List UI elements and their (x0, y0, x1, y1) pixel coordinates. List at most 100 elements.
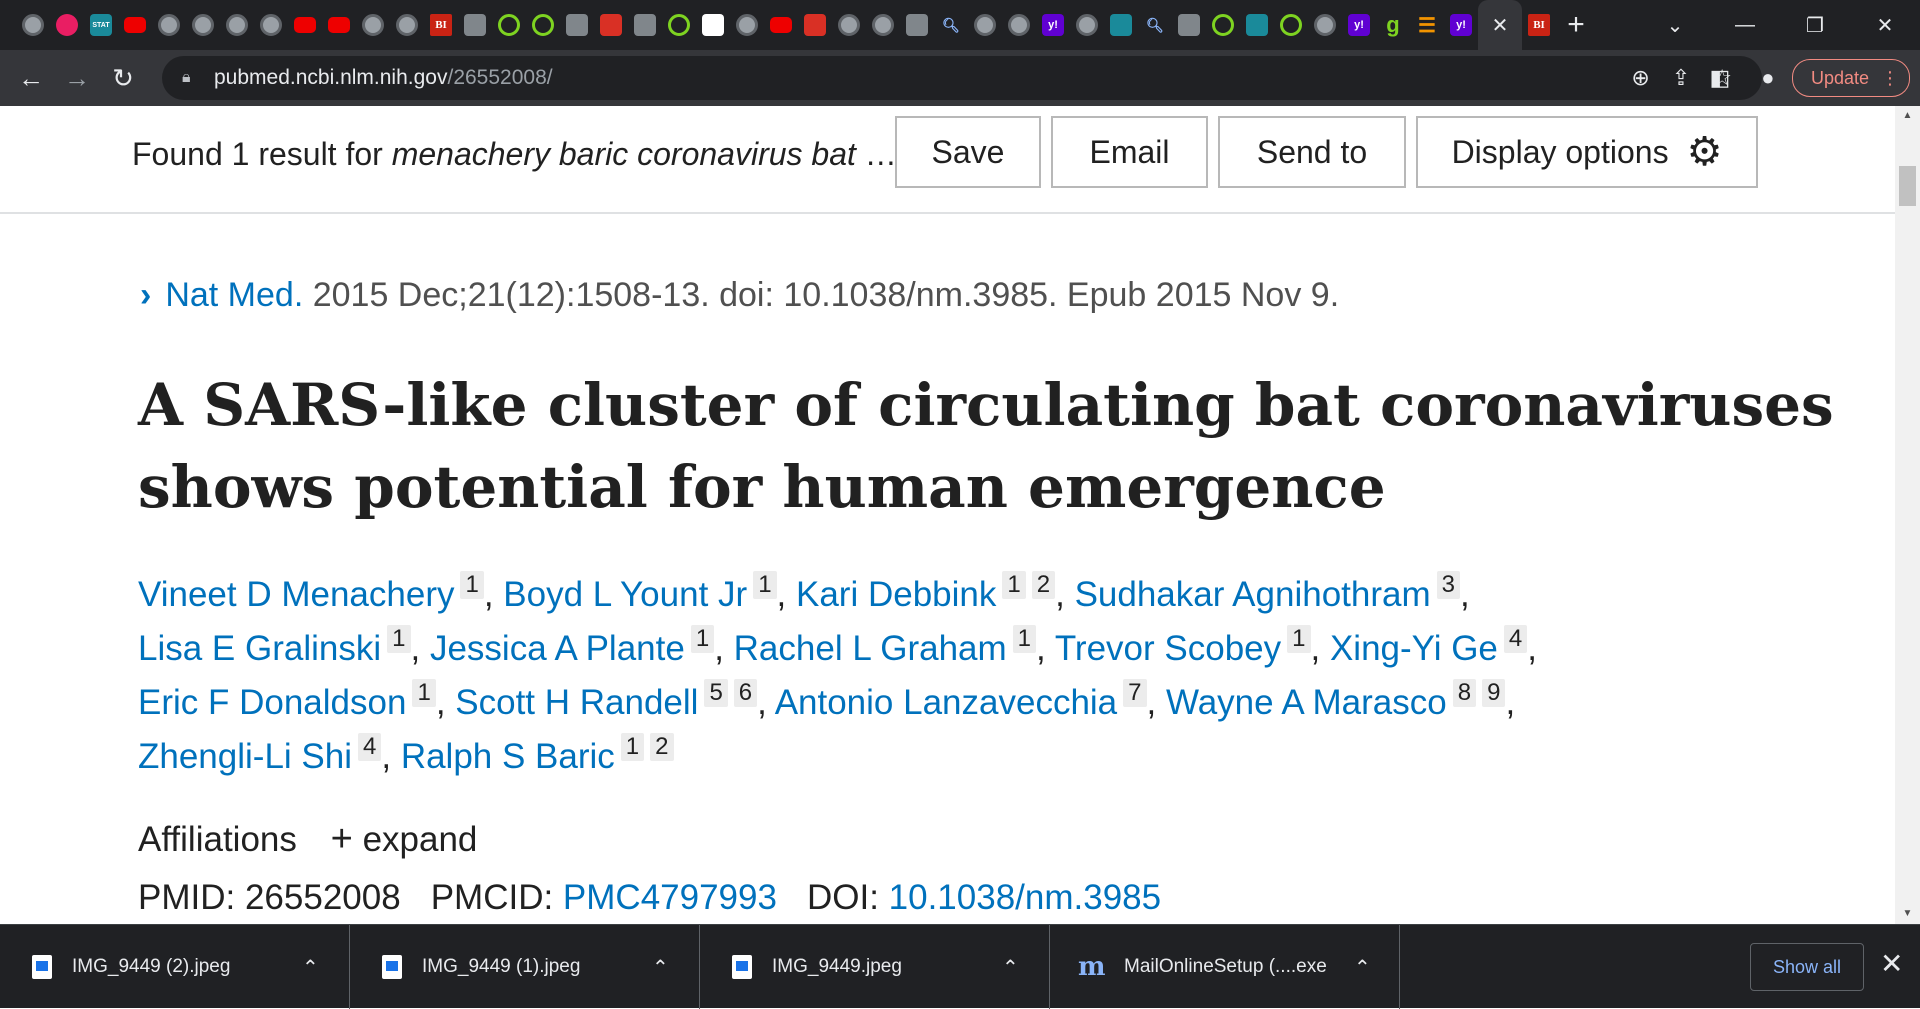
browser-tab[interactable]: ☰ (1410, 0, 1444, 50)
minimize-button[interactable]: — (1710, 14, 1780, 37)
browser-tab[interactable] (322, 0, 356, 50)
display-options-button[interactable]: Display options ⚙ (1416, 116, 1758, 188)
browser-tab[interactable] (696, 0, 730, 50)
download-item[interactable]: IMG_9449 (2).jpeg ⌃ (0, 925, 350, 1009)
browser-tab[interactable] (764, 0, 798, 50)
author-link[interactable]: Jessica A Plante (430, 629, 685, 668)
browser-tab[interactable]: 🔍︎ (1138, 0, 1172, 50)
close-shelf-icon[interactable]: ✕ (1880, 947, 1903, 980)
page-scrollbar[interactable]: ▲ ▼ (1895, 106, 1920, 924)
author-link[interactable]: Kari Debbink (796, 575, 996, 614)
restore-button[interactable]: ❐ (1780, 13, 1850, 38)
affiliation-number[interactable]: 2 (650, 733, 674, 761)
browser-tab[interactable] (1002, 0, 1036, 50)
author-link[interactable]: Wayne A Marasco (1166, 683, 1447, 722)
browser-tab[interactable]: BI (1522, 0, 1556, 50)
browser-tab[interactable] (16, 0, 50, 50)
affiliation-number[interactable]: 9 (1482, 679, 1506, 707)
scroll-up-arrow[interactable]: ▲ (1895, 106, 1920, 126)
affiliation-number[interactable]: 2 (1031, 571, 1056, 599)
browser-tab[interactable] (186, 0, 220, 50)
chevron-up-icon[interactable]: ⌃ (652, 955, 669, 980)
doi-link[interactable]: 10.1038/nm.3985 (889, 878, 1161, 917)
chevron-up-icon[interactable]: ⌃ (1354, 955, 1371, 980)
side-panel-icon[interactable]: ◧ (1696, 65, 1744, 91)
email-button[interactable]: Email (1051, 116, 1208, 188)
browser-tab[interactable] (458, 0, 492, 50)
browser-tab[interactable] (798, 0, 832, 50)
lock-icon[interactable]: 🔒︎ (182, 69, 202, 87)
affiliation-number[interactable]: 1 (690, 625, 715, 653)
author-link[interactable]: Vineet D Menachery (138, 575, 454, 614)
save-button[interactable]: Save (895, 116, 1041, 188)
browser-tab[interactable] (1070, 0, 1104, 50)
browser-tab[interactable] (1206, 0, 1240, 50)
pmcid-link[interactable]: PMC4797993 (563, 878, 777, 917)
browser-tab[interactable] (662, 0, 696, 50)
browser-tab[interactable] (900, 0, 934, 50)
browser-tab[interactable] (1274, 0, 1308, 50)
address-bar[interactable]: 🔒︎ pubmed.ncbi.nlm.nih.gov/26552008/ ⊕ ⇪… (162, 56, 1762, 100)
browser-tab[interactable] (526, 0, 560, 50)
scroll-down-arrow[interactable]: ▼ (1895, 904, 1920, 924)
author-link[interactable]: Xing-Yi Ge (1330, 629, 1498, 668)
browser-tab[interactable] (1104, 0, 1138, 50)
zoom-icon[interactable]: ⊕ (1631, 65, 1649, 91)
browser-tab[interactable] (594, 0, 628, 50)
browser-tab[interactable] (560, 0, 594, 50)
journal-link[interactable]: Nat Med. (165, 276, 303, 314)
author-link[interactable]: Ralph S Baric (401, 737, 615, 776)
chevron-up-icon[interactable]: ⌃ (302, 955, 319, 980)
affiliation-number[interactable]: 4 (358, 733, 382, 761)
update-button[interactable]: Update ⋮ (1791, 59, 1910, 97)
affiliation-number[interactable]: 1 (387, 625, 411, 653)
affiliation-number[interactable]: 1 (1012, 625, 1037, 653)
browser-tab[interactable]: g (1376, 0, 1410, 50)
browser-tab[interactable] (730, 0, 764, 50)
new-tab-button[interactable]: + (1556, 0, 1596, 50)
back-button[interactable]: ← (8, 55, 54, 101)
close-tab-icon[interactable]: ✕ (1492, 13, 1509, 38)
browser-tab[interactable]: STAT (84, 0, 118, 50)
browser-tab[interactable] (254, 0, 288, 50)
browser-tab[interactable] (832, 0, 866, 50)
author-link[interactable]: Scott H Randell (455, 683, 698, 722)
chevron-up-icon[interactable]: ⌃ (1002, 955, 1019, 980)
author-link[interactable]: Rachel L Graham (734, 629, 1007, 668)
affiliation-number[interactable]: 1 (412, 679, 436, 707)
browser-tab[interactable] (492, 0, 526, 50)
affiliation-number[interactable]: 1 (620, 733, 645, 761)
browser-tab[interactable]: BI (424, 0, 458, 50)
browser-tab[interactable]: y! (1036, 0, 1070, 50)
browser-tab[interactable] (118, 0, 152, 50)
profile-icon[interactable]: ● (1744, 65, 1792, 91)
author-link[interactable]: Trevor Scobey (1055, 629, 1281, 668)
browser-tab[interactable] (152, 0, 186, 50)
download-item[interactable]: m MailOnlineSetup (....exe ⌃ (1050, 925, 1400, 1009)
active-tab[interactable]: ✕ (1478, 0, 1522, 50)
affiliation-number[interactable]: 1 (460, 571, 484, 599)
browser-tab[interactable]: y! (1342, 0, 1376, 50)
affiliation-number[interactable]: 1 (1002, 571, 1026, 599)
close-window-button[interactable]: ✕ (1850, 13, 1920, 38)
browser-tab[interactable] (390, 0, 424, 50)
browser-tab[interactable] (288, 0, 322, 50)
browser-tab[interactable] (1172, 0, 1206, 50)
scrollbar-thumb[interactable] (1899, 166, 1916, 206)
author-link[interactable]: Zhengli-Li Shi (138, 737, 352, 776)
browser-tab[interactable] (1308, 0, 1342, 50)
affiliation-number[interactable]: 4 (1503, 625, 1528, 653)
browser-tab[interactable]: 🔍︎ (934, 0, 968, 50)
browser-tab[interactable] (50, 0, 84, 50)
browser-tab[interactable] (356, 0, 390, 50)
affiliation-number[interactable]: 8 (1452, 679, 1477, 707)
affiliation-number[interactable]: 1 (753, 571, 777, 599)
browser-tab[interactable] (628, 0, 662, 50)
author-link[interactable]: Boyd L Yount Jr (503, 575, 747, 614)
share-icon[interactable]: ⇪ (1672, 65, 1690, 91)
affiliation-number[interactable]: 6 (733, 679, 758, 707)
send-to-button[interactable]: Send to (1218, 116, 1406, 188)
browser-tab[interactable] (866, 0, 900, 50)
author-link[interactable]: Lisa E Gralinski (138, 629, 381, 668)
reload-button[interactable]: ↻ (100, 55, 146, 101)
